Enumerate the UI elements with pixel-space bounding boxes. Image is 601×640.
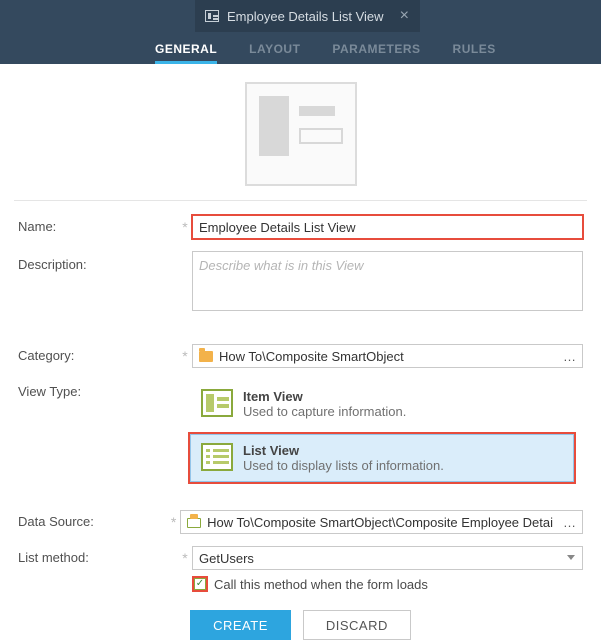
ellipsis-icon[interactable]: … (559, 349, 580, 364)
call-on-load-label: Call this method when the form loads (214, 577, 428, 592)
data-source-value: How To\Composite SmartObject\Composite E… (207, 515, 553, 530)
label-data-source: Data Source: (18, 510, 167, 529)
name-input[interactable] (192, 215, 583, 239)
label-category: Category: (18, 344, 178, 363)
divider (14, 200, 587, 201)
data-source-picker[interactable]: How To\Composite SmartObject\Composite E… (180, 510, 583, 534)
label-name: Name: (18, 215, 178, 234)
required-indicator: * (178, 215, 192, 235)
discard-button[interactable]: DISCARD (303, 610, 411, 640)
tab-layout[interactable]: LAYOUT (249, 36, 300, 64)
header-bar: Employee Details List View × GENERAL LAY… (0, 0, 601, 64)
item-view-icon (201, 389, 233, 417)
tab-parameters[interactable]: PARAMETERS (332, 36, 420, 64)
document-tab-title: Employee Details List View (227, 9, 384, 24)
close-icon[interactable]: × (400, 7, 409, 25)
form: Name: * Description: Category: * How To\… (0, 215, 601, 640)
list-method-select[interactable]: GetUsers (192, 546, 583, 570)
folder-icon (199, 351, 213, 362)
smartobject-icon (187, 515, 201, 529)
preview-thumbnail (245, 82, 357, 186)
required-indicator: * (178, 546, 192, 566)
ellipsis-icon[interactable]: … (559, 515, 580, 530)
call-on-load-checkbox[interactable]: ✓ (192, 576, 208, 592)
category-value: How To\Composite SmartObject (219, 349, 553, 364)
description-input[interactable] (192, 251, 583, 311)
required-indicator: * (167, 510, 180, 530)
view-type-item-subtitle: Used to capture information. (243, 404, 406, 419)
create-button[interactable]: CREATE (190, 610, 291, 640)
label-description: Description: (18, 253, 178, 272)
tab-general[interactable]: GENERAL (155, 36, 217, 64)
check-icon: ✓ (194, 578, 206, 590)
label-list-method: List method: (18, 546, 178, 565)
view-icon (205, 10, 219, 22)
nav-tabs: GENERAL LAYOUT PARAMETERS RULES (0, 32, 601, 64)
document-tab[interactable]: Employee Details List View × (195, 0, 419, 32)
view-type-item[interactable]: Item View Used to capture information. (190, 380, 574, 428)
view-type-list[interactable]: List View Used to display lists of infor… (190, 434, 574, 482)
list-view-icon (201, 443, 233, 471)
view-type-list-subtitle: Used to display lists of information. (243, 458, 444, 473)
tab-rules[interactable]: RULES (453, 36, 496, 64)
view-preview (0, 64, 601, 200)
view-type-item-title: Item View (243, 389, 406, 404)
label-view-type: View Type: (18, 380, 178, 399)
category-picker[interactable]: How To\Composite SmartObject … (192, 344, 583, 368)
required-indicator: * (178, 344, 192, 364)
view-type-list-title: List View (243, 443, 444, 458)
